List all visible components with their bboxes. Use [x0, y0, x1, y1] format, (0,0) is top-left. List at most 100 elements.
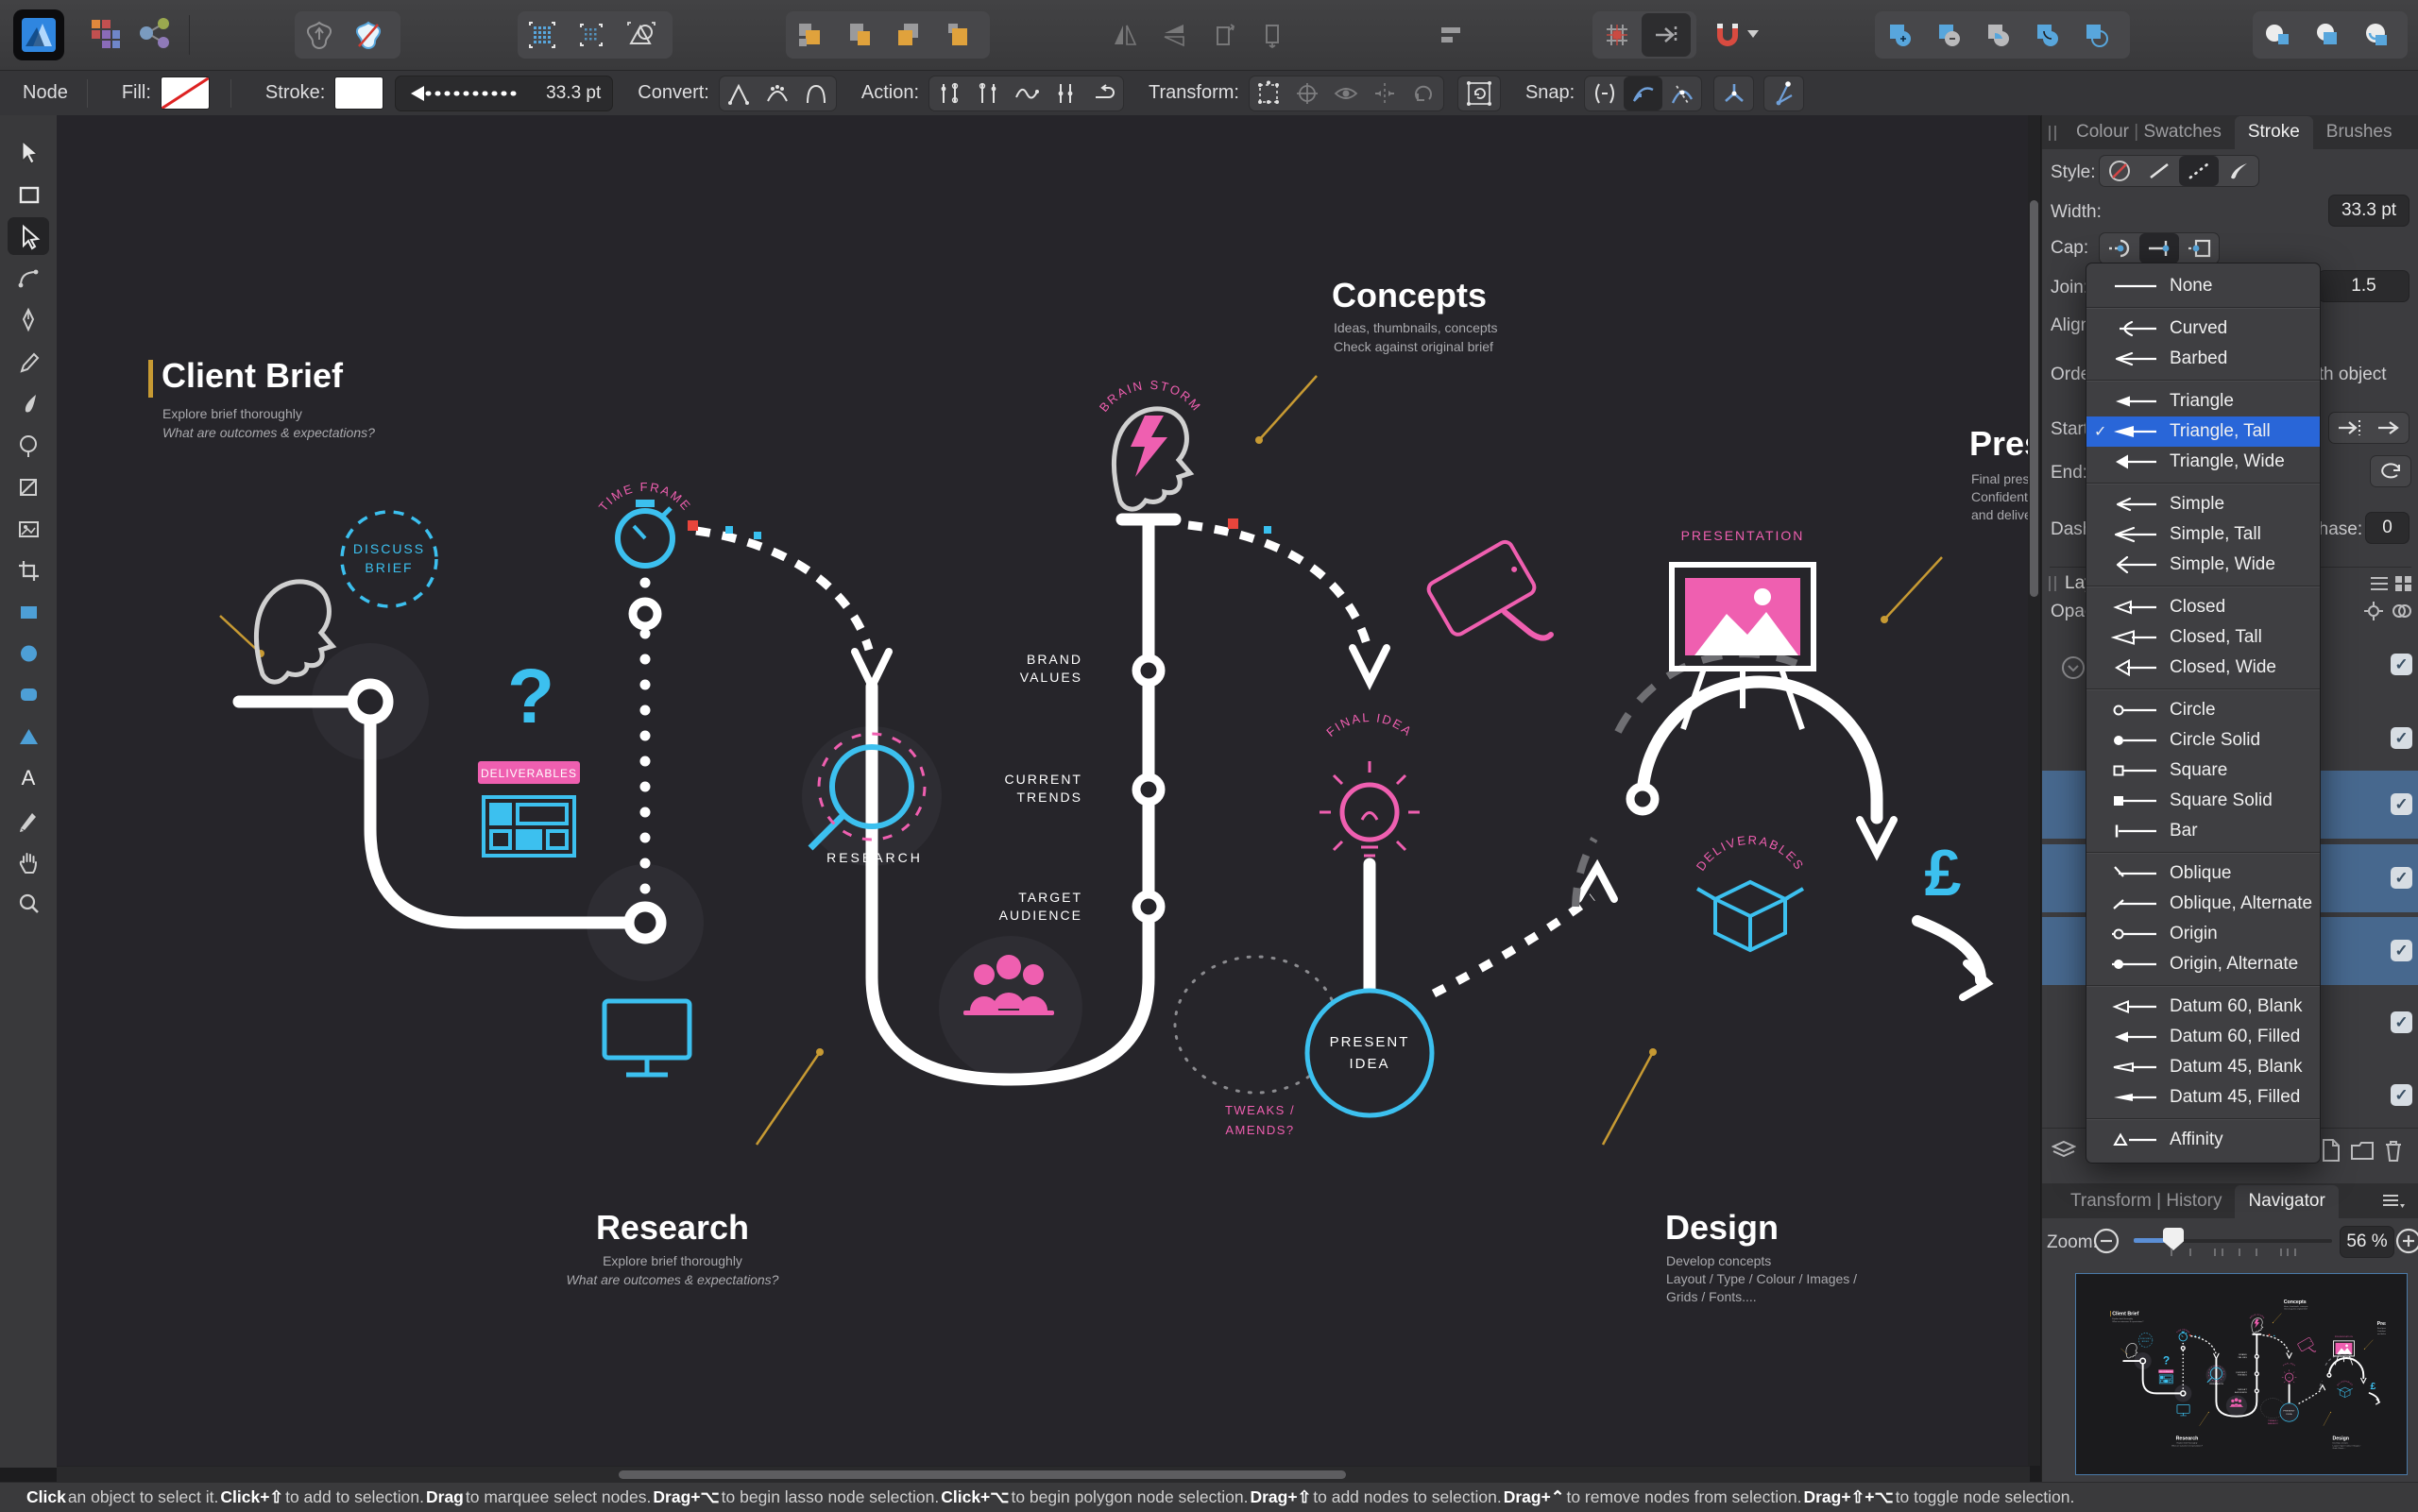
- dropdown-item[interactable]: ✓ Triangle, Tall: [2086, 416, 2320, 447]
- crop-tool[interactable]: [8, 552, 49, 589]
- move-to-back-button[interactable]: [933, 13, 982, 57]
- layer-options-icon[interactable]: [2393, 574, 2414, 598]
- convert-smooth-button[interactable]: [758, 76, 797, 110]
- style-dash-button[interactable]: [2179, 156, 2219, 186]
- cap-square-button[interactable]: [2179, 233, 2219, 263]
- stroke-style-preview[interactable]: 33.3 pt: [395, 75, 614, 111]
- mitre-value-field[interactable]: 1.5: [2318, 270, 2409, 302]
- dropdown-item[interactable]: Circle Solid: [2086, 725, 2320, 756]
- rotate-ccw-button[interactable]: [1199, 13, 1248, 57]
- layers-stack-icon[interactable]: [2051, 1140, 2077, 1165]
- hand-tool[interactable]: [8, 843, 49, 881]
- layer-visibility-checkbox[interactable]: ✓: [2391, 1011, 2412, 1033]
- swap-pressure-button[interactable]: [2371, 456, 2410, 486]
- canvas-vertical-scrollbar[interactable]: [2028, 115, 2040, 1466]
- fill-tool[interactable]: [8, 427, 49, 465]
- grid-toggle-button[interactable]: [1592, 13, 1642, 57]
- action-close-curve-button[interactable]: [968, 76, 1007, 110]
- boolean-add-button[interactable]: [1875, 13, 1924, 57]
- dropdown-item[interactable]: Triangle: [2086, 386, 2320, 416]
- start-arrow-dash-button[interactable]: [2329, 413, 2369, 443]
- layer-list-icon[interactable]: [2369, 574, 2390, 598]
- action-break-curve-button[interactable]: [929, 76, 968, 110]
- ellipse-tool[interactable]: [8, 635, 49, 672]
- layer-visibility-checkbox[interactable]: ✓: [2391, 654, 2412, 675]
- move-backward-button[interactable]: [884, 13, 933, 57]
- corner-tool[interactable]: [8, 259, 49, 297]
- stroke-swatch[interactable]: [334, 76, 384, 110]
- dropdown-item[interactable]: Circle: [2086, 695, 2320, 725]
- convert-sharp-button[interactable]: [720, 76, 758, 110]
- style-brush-button[interactable]: [2219, 156, 2258, 186]
- tab-brushes[interactable]: Brushes: [2313, 116, 2406, 149]
- zoom-value-field[interactable]: 56 %: [2340, 1226, 2394, 1258]
- snap-grid-button[interactable]: [567, 13, 616, 57]
- layer-visibility-checkbox[interactable]: ✓: [2391, 940, 2412, 961]
- transform-bounding-box-button[interactable]: [1456, 75, 1501, 111]
- transform-mode-button[interactable]: [1250, 76, 1288, 110]
- transform-origin-button[interactable]: [1288, 76, 1327, 110]
- dropdown-item[interactable]: Affinity: [2086, 1125, 2320, 1155]
- cap-butt-button[interactable]: [2139, 233, 2179, 263]
- tab-stroke[interactable]: Stroke: [2234, 116, 2313, 149]
- brush-tool[interactable]: [8, 385, 49, 423]
- snap-off-curve-button[interactable]: [1624, 76, 1663, 110]
- snap-align-handles-button[interactable]: [1763, 75, 1805, 111]
- transparency-tool[interactable]: [8, 468, 49, 506]
- width-value-field[interactable]: 33.3 pt: [2328, 195, 2409, 227]
- layer-visibility-checkbox[interactable]: ✓: [2391, 727, 2412, 749]
- show-grid-button[interactable]: [518, 13, 567, 57]
- snapping-dropdown-caret[interactable]: [1747, 30, 1759, 38]
- hide-selection-button[interactable]: [1327, 76, 1366, 110]
- dropdown-item[interactable]: Closed, Wide: [2086, 653, 2320, 683]
- pencil-tool[interactable]: [8, 344, 49, 382]
- dropdown-item[interactable]: Origin, Alternate: [2086, 949, 2320, 979]
- canvas-horizontal-scrollbar[interactable]: [57, 1466, 2030, 1483]
- gear-icon[interactable]: [2363, 601, 2384, 626]
- app-logo[interactable]: [13, 9, 64, 60]
- phase-value-field[interactable]: 0: [2365, 512, 2409, 544]
- layer-expand-chevron[interactable]: [2061, 655, 2086, 685]
- dropdown-item[interactable]: Simple, Tall: [2086, 519, 2320, 550]
- style-solid-button[interactable]: [2139, 156, 2179, 186]
- snap-on-curve-button[interactable]: [1662, 76, 1701, 110]
- layer-visibility-checkbox[interactable]: ✓: [2391, 867, 2412, 889]
- navigator-thumbnail[interactable]: [2075, 1273, 2408, 1475]
- new-group-icon[interactable]: [2350, 1138, 2375, 1167]
- vertical-scroll-thumb[interactable]: [2030, 200, 2038, 597]
- move-forward-button[interactable]: [835, 13, 884, 57]
- flip-vertical-button[interactable]: [1149, 13, 1199, 57]
- dropdown-item[interactable]: Square: [2086, 756, 2320, 786]
- rectangle-tool[interactable]: [8, 593, 49, 631]
- action-smooth-curve-button[interactable]: [1007, 76, 1046, 110]
- style-none-button[interactable]: [2100, 156, 2139, 186]
- dropdown-item[interactable]: Datum 60, Blank: [2086, 992, 2320, 1022]
- dropdown-item[interactable]: Simple: [2086, 489, 2320, 519]
- text-tool[interactable]: A: [8, 759, 49, 797]
- tab-transform-history[interactable]: Transform | History: [2057, 1185, 2235, 1218]
- action-join-curves-button[interactable]: [1046, 76, 1084, 110]
- mirror-nodes-button[interactable]: [1366, 76, 1405, 110]
- zoom-out-button[interactable]: [2093, 1228, 2120, 1259]
- layers-drag-handle[interactable]: [2049, 576, 2056, 591]
- insert-target-1-button[interactable]: [2253, 13, 2302, 57]
- horizontal-scroll-thumb[interactable]: [619, 1470, 1346, 1479]
- boolean-subtract-button[interactable]: [1924, 13, 1973, 57]
- dropdown-item[interactable]: Oblique: [2086, 858, 2320, 889]
- new-layer-icon[interactable]: [2320, 1138, 2342, 1167]
- shape-builder-button[interactable]: [616, 13, 665, 57]
- dropdown-item[interactable]: Datum 45, Filled: [2086, 1082, 2320, 1113]
- rotate-cw-button[interactable]: [1248, 13, 1297, 57]
- dropdown-item[interactable]: Square Solid: [2086, 786, 2320, 816]
- boolean-divide-button[interactable]: [2022, 13, 2071, 57]
- snapping-magnet-button[interactable]: [1703, 13, 1752, 57]
- boolean-intersect-button[interactable]: [1973, 13, 2022, 57]
- flip-horizontal-button[interactable]: [1100, 13, 1149, 57]
- start-arrow-plain-button[interactable]: [2369, 413, 2409, 443]
- insert-target-2-button[interactable]: [2302, 13, 2351, 57]
- dropdown-item[interactable]: None: [2086, 271, 2320, 301]
- snap-construction-button[interactable]: [1713, 75, 1755, 111]
- snap-to-geometry-button[interactable]: [1585, 76, 1624, 110]
- delete-layer-icon[interactable]: [2382, 1138, 2405, 1167]
- export-persona-button[interactable]: [130, 11, 179, 55]
